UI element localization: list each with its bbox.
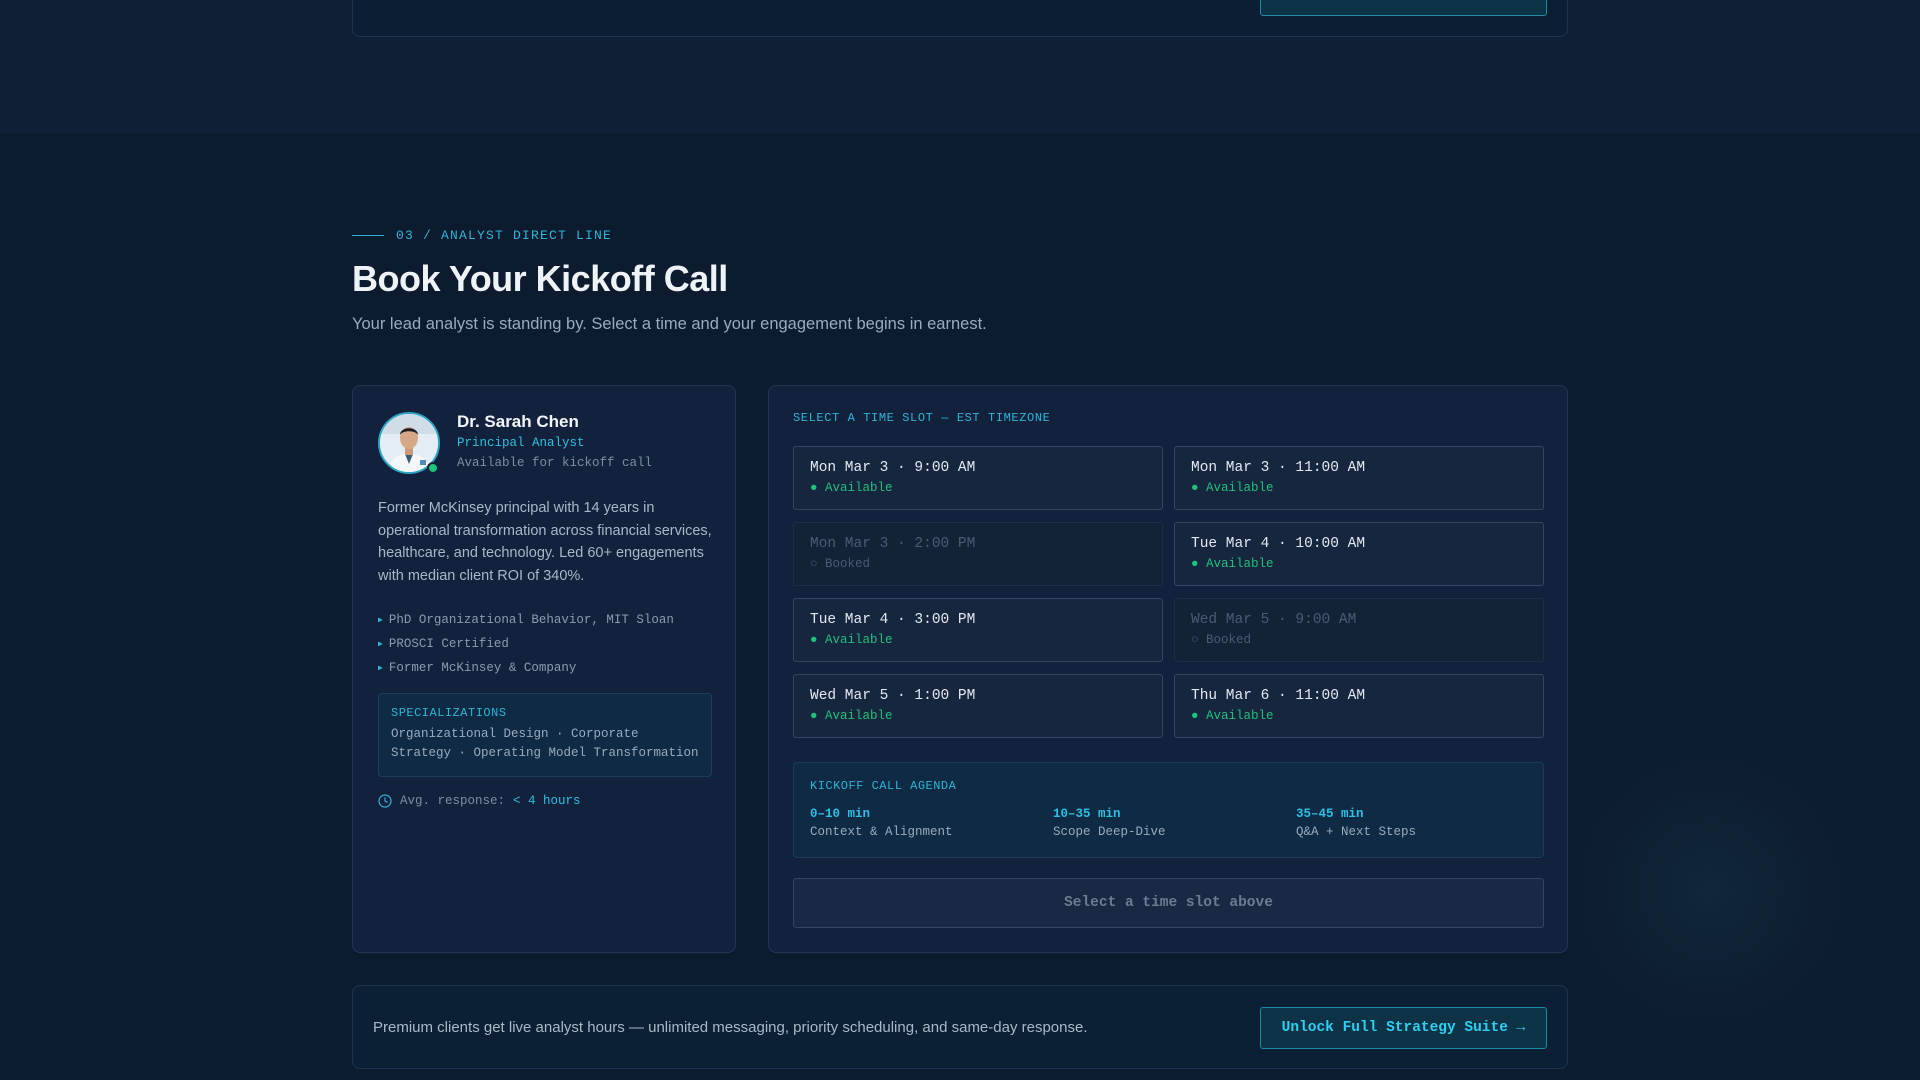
kickoff-agenda: KICKOFF CALL AGENDA 0–10 min Context & A… — [793, 762, 1544, 858]
analyst-role: Principal Analyst — [457, 436, 585, 450]
agenda-desc: Scope Deep-Dive — [1053, 825, 1166, 839]
specializations-label: SPECIALIZATIONS — [391, 706, 507, 720]
analyst-availability: Available for kickoff call — [457, 456, 653, 470]
agenda-item: 0–10 min Context & Alignment — [810, 807, 953, 839]
response-value: < 4 hours — [513, 794, 581, 808]
slot-status: ● Available — [1191, 557, 1274, 571]
time-slot-booked: Mon Mar 3 · 2:00 PM ○ Booked — [793, 522, 1163, 586]
agenda-time: 10–35 min — [1053, 807, 1121, 821]
clock-icon — [378, 794, 392, 808]
bullet-triangle-icon: ▶ — [378, 616, 383, 625]
previous-unlock-button[interactable] — [1260, 0, 1547, 16]
previous-premium-banner — [352, 0, 1568, 37]
online-status-dot — [427, 462, 439, 474]
slot-status: ● Available — [810, 481, 893, 495]
agenda-desc: Q&A + Next Steps — [1296, 825, 1417, 839]
slot-status: ● Available — [810, 709, 893, 723]
response-label: Avg. response: — [400, 794, 506, 808]
premium-banner: Premium clients get live analyst hours —… — [352, 985, 1568, 1069]
credential-text: PROSCI Certified — [388, 637, 509, 651]
time-slot-booked: Wed Mar 5 · 9:00 AM ○ Booked — [1174, 598, 1544, 662]
agenda-label: KICKOFF CALL AGENDA — [810, 779, 957, 793]
credential-text: PhD Organizational Behavior, MIT Sloan — [388, 613, 674, 627]
slot-status: ● Available — [810, 633, 893, 647]
time-slot[interactable]: Wed Mar 5 · 1:00 PM ● Available — [793, 674, 1163, 738]
premium-text: Premium clients get live analyst hours —… — [373, 1019, 1088, 1036]
page-subtitle: Your lead analyst is standing by. Select… — [352, 315, 987, 333]
time-slot[interactable]: Tue Mar 4 · 3:00 PM ● Available — [793, 598, 1163, 662]
time-slot-label: SELECT A TIME SLOT — EST TIMEZONE — [793, 411, 1051, 425]
slot-datetime: Mon Mar 3 · 2:00 PM — [810, 536, 976, 552]
response-time: Avg. response: < 4 hours — [378, 794, 581, 808]
analyst-bio: Former McKinsey principal with 14 years … — [378, 500, 712, 584]
bullet-triangle-icon: ▶ — [378, 640, 383, 649]
agenda-item: 10–35 min Scope Deep-Dive — [1053, 807, 1166, 839]
time-slot[interactable]: Mon Mar 3 · 11:00 AM ● Available — [1174, 446, 1544, 510]
page-title: Book Your Kickoff Call — [352, 258, 728, 299]
agenda-item: 35–45 min Q&A + Next Steps — [1296, 807, 1416, 839]
slot-datetime: Mon Mar 3 · 9:00 AM — [810, 460, 976, 476]
bullet-triangle-icon: ▶ — [378, 664, 383, 673]
credentials-list: ▶ PhD Organizational Behavior, MIT Sloan … — [378, 608, 674, 680]
slot-datetime: Tue Mar 4 · 3:00 PM — [810, 612, 976, 628]
credential-text: Former McKinsey & Company — [388, 661, 577, 675]
slot-status: ● Available — [1191, 709, 1274, 723]
slot-datetime: Tue Mar 4 · 10:00 AM — [1191, 536, 1366, 552]
agenda-time: 0–10 min — [810, 807, 871, 821]
time-slot[interactable]: Mon Mar 3 · 9:00 AM ● Available — [793, 446, 1163, 510]
slot-status: ○ Booked — [810, 557, 871, 571]
eyebrow-line — [352, 235, 384, 236]
slot-datetime: Wed Mar 5 · 1:00 PM — [810, 688, 976, 704]
analyst-card: Dr. Sarah Chen Principal Analyst Availab… — [352, 385, 736, 953]
time-slot[interactable]: Thu Mar 6 · 11:00 AM ● Available — [1174, 674, 1544, 738]
credential-item: ▶ PROSCI Certified — [378, 632, 674, 656]
background-glow — [1560, 740, 1860, 1040]
specializations-value: Organizational Design · Corporate Strate… — [391, 727, 699, 760]
agenda-desc: Context & Alignment — [810, 825, 953, 839]
credential-item: ▶ PhD Organizational Behavior, MIT Sloan — [378, 608, 674, 632]
agenda-time: 35–45 min — [1296, 807, 1364, 821]
unlock-strategy-suite-button[interactable]: Unlock Full Strategy Suite → — [1260, 1007, 1547, 1049]
confirm-booking-button[interactable]: Select a time slot above — [793, 878, 1544, 928]
specializations-box: SPECIALIZATIONS Organizational Design · … — [378, 693, 712, 777]
analyst-name: Dr. Sarah Chen — [457, 412, 579, 431]
booking-panel: SELECT A TIME SLOT — EST TIMEZONE Mon Ma… — [768, 385, 1568, 953]
slot-datetime: Thu Mar 6 · 11:00 AM — [1191, 688, 1366, 704]
credential-item: ▶ Former McKinsey & Company — [378, 656, 674, 680]
agenda-items: 0–10 min Context & Alignment 10–35 min S… — [810, 807, 1527, 847]
time-slot[interactable]: Tue Mar 4 · 10:00 AM ● Available — [1174, 522, 1544, 586]
slot-datetime: Mon Mar 3 · 11:00 AM — [1191, 460, 1366, 476]
eyebrow-text: 03 / ANALYST DIRECT LINE — [396, 228, 613, 243]
section-eyebrow: 03 / ANALYST DIRECT LINE — [352, 228, 612, 243]
slot-datetime: Wed Mar 5 · 9:00 AM — [1191, 612, 1357, 628]
slot-status: ○ Booked — [1191, 633, 1252, 647]
slot-status: ● Available — [1191, 481, 1274, 495]
